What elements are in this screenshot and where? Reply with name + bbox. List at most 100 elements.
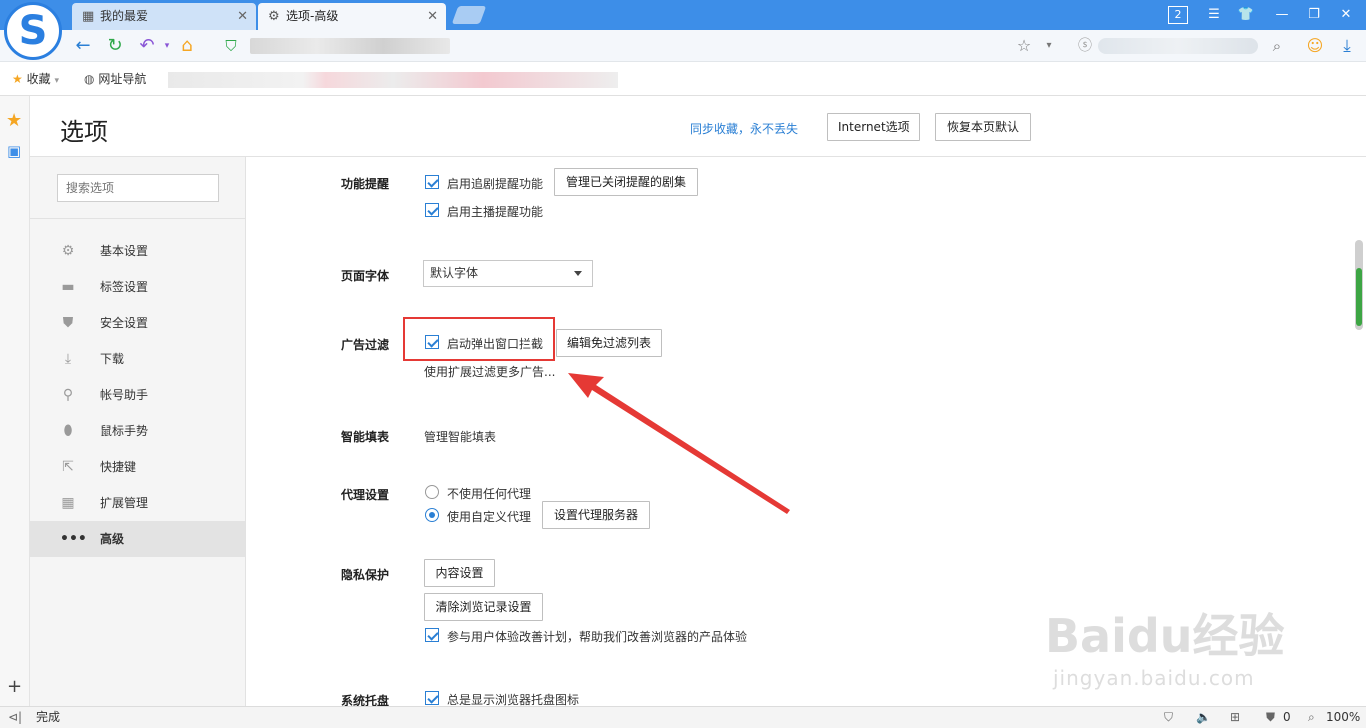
- star-icon[interactable]: ★: [6, 110, 22, 131]
- shield-check-icon[interactable]: ⛉: [220, 35, 242, 57]
- sidebar-item-label: 下载: [100, 352, 125, 366]
- refresh-icon[interactable]: ↻: [104, 35, 126, 57]
- checkbox-drama-reminder[interactable]: [425, 175, 439, 189]
- menu-icon[interactable]: ☰: [1204, 6, 1224, 24]
- sidebar-item-basic[interactable]: ⚙ 基本设置: [30, 233, 245, 269]
- option-label: 启用追剧提醒功能: [447, 177, 544, 191]
- option-label: 参与用户体验改善计划，帮助我们改善浏览器的产品体验: [447, 630, 748, 644]
- radio-custom-proxy[interactable]: [425, 508, 439, 522]
- volume-icon[interactable]: 🔈: [1196, 707, 1211, 727]
- status-text: 完成: [36, 710, 61, 724]
- radio-no-proxy[interactable]: [425, 485, 439, 499]
- restore-icon[interactable]: ❐: [1304, 6, 1324, 24]
- search-input[interactable]: [57, 174, 219, 202]
- chevron-down-icon[interactable]: ▾: [156, 35, 178, 57]
- checkbox-streamer-reminder[interactable]: [425, 203, 439, 217]
- manage-closed-reminders-button[interactable]: 管理已关闭提醒的剧集: [554, 168, 698, 196]
- close-window-icon[interactable]: ✕: [1336, 6, 1356, 24]
- sidebar-item-label: 扩展管理: [100, 496, 149, 510]
- restore-defaults-button[interactable]: 恢复本页默认: [935, 113, 1031, 141]
- tab-label: 我的最爱: [100, 9, 149, 23]
- gear-icon: ⚙: [61, 243, 75, 259]
- sync-link[interactable]: 同步收藏，永不丢失: [690, 120, 798, 137]
- checkbox-tray-icon[interactable]: [425, 691, 439, 705]
- manage-autofill-link[interactable]: 管理智能填表: [424, 428, 496, 445]
- status-bar: ⊲| 完成 ⛉ 🔈 ⊞ ⛊ 0 ⌕ 100%: [0, 706, 1366, 728]
- tablet-icon[interactable]: ▣: [7, 142, 21, 160]
- star-icon[interactable]: ☆: [1013, 35, 1035, 57]
- close-icon[interactable]: ✕: [237, 3, 248, 30]
- minimize-icon[interactable]: —: [1272, 6, 1292, 24]
- url-field[interactable]: [250, 38, 450, 54]
- search-icon[interactable]: ⌕: [1266, 35, 1288, 57]
- add-icon[interactable]: +: [7, 676, 22, 697]
- zoom-level[interactable]: 100%: [1326, 707, 1360, 727]
- internet-options-button[interactable]: Internet选项: [827, 113, 920, 141]
- globe-icon: ◍: [84, 72, 95, 86]
- section-label-reminder: 功能提醒: [341, 177, 390, 191]
- option-label: 不使用任何代理: [447, 487, 532, 501]
- sidebar-item-label: 基本设置: [100, 244, 149, 258]
- option-label: 启用主播提醒功能: [447, 205, 544, 219]
- sidebar-item-advanced[interactable]: ••• 高级: [30, 521, 245, 557]
- sidebar-item-label: 鼠标手势: [100, 424, 149, 438]
- tab-options-advanced[interactable]: ⚙ 选项-高级 ✕: [258, 3, 446, 30]
- option-label: 使用自定义代理: [447, 510, 532, 524]
- watermark: Baidu经验 jingyan.baidu.com: [1045, 590, 1345, 700]
- set-proxy-server-button[interactable]: 设置代理服务器: [542, 501, 650, 529]
- bookmark-favorites[interactable]: ★ 收藏 ▾: [12, 71, 59, 89]
- bookmark-navigation[interactable]: ◍ 网址导航: [84, 71, 146, 87]
- star-icon: ★: [12, 72, 23, 86]
- ad-count: 0: [1283, 710, 1291, 724]
- tab-favorites[interactable]: ▦ 我的最爱 ✕: [72, 3, 256, 30]
- new-tab-button[interactable]: [451, 6, 487, 24]
- adblock-icon[interactable]: ⛊: [1266, 707, 1275, 727]
- home-icon[interactable]: ⌂: [176, 35, 198, 57]
- close-icon[interactable]: ✕: [427, 3, 438, 30]
- section-label-adblock: 广告过滤: [341, 338, 390, 352]
- section-label-autofill: 智能填表: [341, 430, 390, 444]
- tab-icon: ▬: [61, 279, 75, 295]
- edit-whitelist-button[interactable]: 编辑免过滤列表: [556, 329, 662, 357]
- shield-check-icon: ⛊: [62, 315, 74, 331]
- section-label-proxy: 代理设置: [341, 488, 390, 502]
- clear-history-settings-button[interactable]: 清除浏览记录设置: [424, 593, 543, 621]
- search-engine-icon[interactable]: ⓢ: [1074, 35, 1096, 57]
- emoji-icon[interactable]: ☺: [1304, 35, 1326, 57]
- gear-icon: ⚙: [268, 9, 280, 24]
- screenshot-icon[interactable]: ⊞: [1230, 707, 1240, 727]
- sidebar-item-mouse-gesture[interactable]: ⬮ 鼠标手势: [30, 413, 245, 449]
- grid-icon: ▦: [82, 9, 95, 24]
- search-input[interactable]: [1098, 38, 1258, 54]
- blurred-bookmarks: [168, 72, 618, 88]
- options-sidebar: ⚙ 基本设置 ▬ 标签设置 ⛊ 安全设置 ⤓ 下载 ⚲ 帐号助手 ⬮ 鼠标手势 …: [30, 157, 246, 706]
- sidebar-item-account[interactable]: ⚲ 帐号助手: [30, 377, 245, 413]
- extension-filter-link[interactable]: 使用扩展过滤更多广告...: [424, 363, 555, 380]
- divider: [30, 218, 245, 219]
- mouse-icon: ⬮: [63, 423, 73, 439]
- sidebar-toggle-icon[interactable]: ⊲|: [8, 707, 22, 727]
- window-count-badge[interactable]: 2: [1168, 6, 1188, 24]
- scrollbar-thumb[interactable]: [1356, 268, 1362, 326]
- shield-icon[interactable]: ⛉: [1164, 707, 1173, 727]
- font-select[interactable]: 默认字体: [423, 260, 593, 287]
- sidebar-item-label: 帐号助手: [100, 388, 149, 402]
- sidebar-item-download[interactable]: ⤓ 下载: [30, 341, 245, 377]
- content-settings-button[interactable]: 内容设置: [424, 559, 495, 587]
- bookmark-label: 收藏: [26, 72, 51, 86]
- sidebar-item-shortcuts[interactable]: ⇱ 快捷键: [30, 449, 245, 485]
- sidebar-item-security[interactable]: ⛊ 安全设置: [30, 305, 245, 341]
- select-value: 默认字体: [430, 266, 479, 280]
- chevron-down-icon[interactable]: ▾: [1038, 35, 1060, 57]
- back-icon[interactable]: ←: [72, 35, 94, 57]
- extensions-icon: ▦: [61, 495, 75, 511]
- sidebar-item-extensions[interactable]: ▦ 扩展管理: [30, 485, 245, 521]
- zoom-icon[interactable]: ⌕: [1308, 707, 1315, 727]
- skin-icon[interactable]: 👕: [1236, 6, 1256, 24]
- undo-icon[interactable]: ↶: [136, 35, 158, 57]
- checkbox-experience-program[interactable]: [425, 628, 439, 642]
- watermark-url: jingyan.baidu.com: [1053, 666, 1255, 690]
- title-bar: ▦ 我的最爱 ✕ ⚙ 选项-高级 ✕ 2 ☰ 👕 — ❐ ✕: [0, 0, 1366, 30]
- download-icon[interactable]: ⤓: [1336, 35, 1358, 57]
- sidebar-item-tabs[interactable]: ▬ 标签设置: [30, 269, 245, 305]
